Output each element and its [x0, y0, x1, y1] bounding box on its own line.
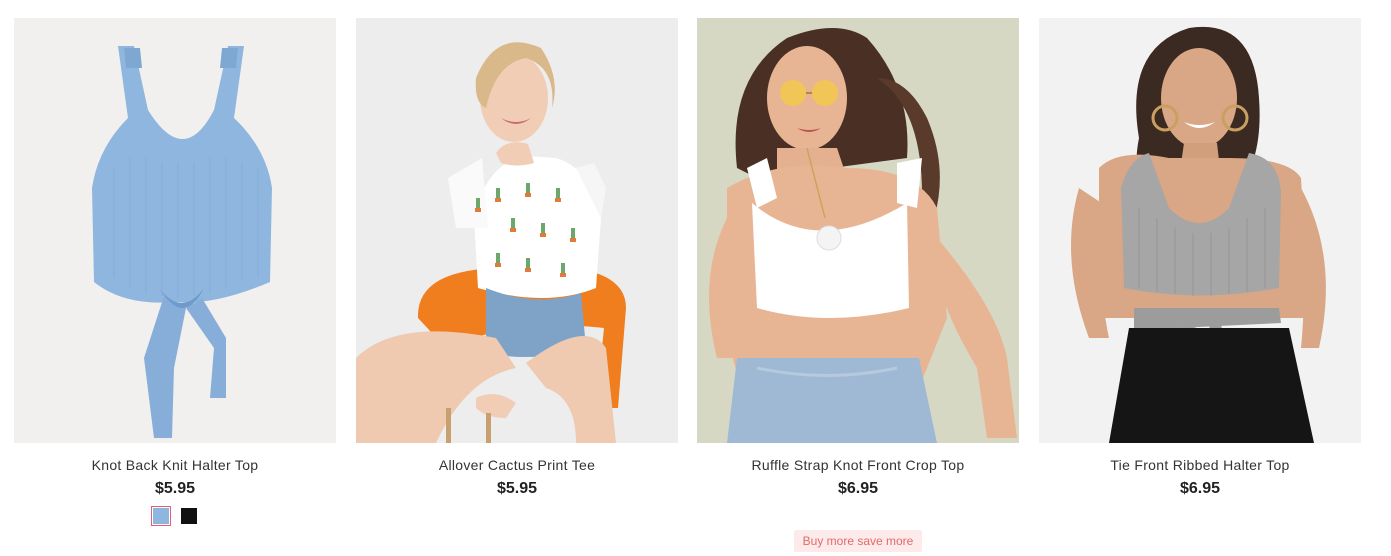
promo-row: Buy more save more — [697, 530, 1019, 552]
product-card: Ruffle Strap Knot Front Crop Top $6.95 B… — [697, 18, 1019, 552]
product-price: $6.95 — [1179, 480, 1221, 497]
product-price: $5.95 — [496, 480, 538, 497]
model-white-crop-top-image — [697, 18, 1019, 443]
product-title[interactable]: Allover Cactus Print Tee — [356, 456, 678, 474]
product-image[interactable] — [14, 18, 336, 443]
promo-badge[interactable]: Buy more save more — [793, 530, 923, 552]
product-image[interactable] — [1039, 18, 1361, 443]
product-price: $6.95 — [837, 480, 879, 497]
product-card: Tie Front Ribbed Halter Top $6.95 — [1039, 18, 1361, 548]
product-title[interactable]: Tie Front Ribbed Halter Top — [1039, 456, 1361, 474]
product-title[interactable]: Knot Back Knit Halter Top — [14, 456, 336, 474]
swatch-blue[interactable] — [151, 506, 171, 526]
product-image[interactable] — [697, 18, 1019, 443]
product-card: Knot Back Knit Halter Top $5.95 — [14, 18, 336, 548]
product-title[interactable]: Ruffle Strap Knot Front Crop Top — [697, 456, 1019, 474]
product-grid: Knot Back Knit Halter Top $5.95 Allover … — [0, 0, 1391, 556]
model-grey-halter-top-image — [1039, 18, 1361, 443]
blue-knit-halter-top-image — [14, 18, 336, 443]
color-swatches — [14, 506, 336, 526]
swatch-black[interactable] — [181, 508, 197, 524]
product-price: $5.95 — [154, 480, 196, 497]
model-cactus-tee-image — [356, 18, 678, 443]
product-card: Allover Cactus Print Tee $5.95 — [356, 18, 678, 548]
product-image[interactable] — [356, 18, 678, 443]
